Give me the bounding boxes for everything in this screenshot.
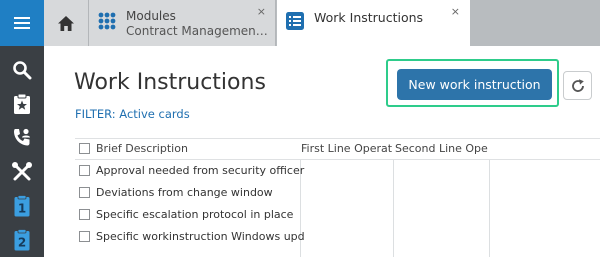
work-instructions-table: Brief Description First Line Operato Sec… bbox=[75, 138, 600, 257]
phone-user-icon[interactable] bbox=[10, 126, 34, 150]
tab-modules-title: Modules bbox=[126, 9, 176, 23]
tab-work-instructions-title: Work Instructions bbox=[314, 10, 424, 25]
clipboard-star-icon[interactable] bbox=[10, 92, 34, 116]
select-all-checkbox[interactable] bbox=[79, 143, 90, 154]
row-description: Specific escalation protocol in place bbox=[96, 208, 294, 221]
row-checkbox[interactable] bbox=[79, 209, 90, 220]
row-checkbox[interactable] bbox=[79, 231, 90, 242]
row-checkbox[interactable] bbox=[79, 187, 90, 198]
table-row[interactable]: Approval needed from security officer bbox=[75, 160, 600, 182]
tab-modules-subtitle: Contract Managemen… bbox=[126, 24, 268, 38]
clipboard-one-icon[interactable]: 1 bbox=[10, 194, 34, 218]
modules-icon bbox=[98, 12, 116, 30]
home-tab[interactable] bbox=[44, 0, 89, 46]
home-icon bbox=[58, 15, 74, 31]
filter-link[interactable]: FILTER: Active cards bbox=[75, 107, 190, 121]
menu-button[interactable] bbox=[0, 0, 44, 46]
clipboard-two-icon[interactable]: 2 bbox=[10, 228, 34, 252]
table-row[interactable]: Specific escalation protocol in place bbox=[75, 204, 600, 226]
tab-modules[interactable]: Modules Contract Managemen… × bbox=[89, 0, 276, 46]
row-checkbox[interactable] bbox=[79, 165, 90, 176]
hamburger-icon bbox=[14, 17, 30, 29]
table-row[interactable]: Specific workinstruction Windows upd bbox=[75, 226, 600, 248]
column-header-brief-description[interactable]: Brief Description bbox=[96, 139, 296, 159]
column-header-first-line-operator[interactable]: First Line Operato bbox=[301, 139, 392, 159]
list-icon bbox=[286, 12, 304, 30]
row-description: Approval needed from security officer bbox=[96, 164, 305, 177]
close-icon[interactable]: × bbox=[257, 5, 266, 18]
tab-bar: Modules Contract Managemen… × Work Instr… bbox=[44, 0, 600, 46]
table-header: Brief Description First Line Operato Sec… bbox=[75, 138, 600, 160]
row-description: Deviations from change window bbox=[96, 186, 273, 199]
clipboard-two-label: 2 bbox=[18, 236, 26, 250]
row-description: Specific workinstruction Windows upd bbox=[96, 230, 305, 243]
close-icon[interactable]: × bbox=[451, 5, 460, 18]
new-work-instruction-button[interactable]: New work instruction bbox=[397, 69, 552, 100]
table-row[interactable]: Deviations from change window bbox=[75, 182, 600, 204]
search-icon[interactable] bbox=[10, 58, 34, 82]
clipboard-one-label: 1 bbox=[18, 202, 26, 216]
tools-icon[interactable] bbox=[10, 160, 34, 184]
page-title: Work Instructions bbox=[74, 70, 266, 95]
column-header-second-line-operator[interactable]: Second Line Oper bbox=[395, 139, 488, 159]
refresh-icon bbox=[571, 78, 584, 92]
tab-work-instructions[interactable]: Work Instructions × bbox=[277, 0, 470, 46]
refresh-button[interactable] bbox=[563, 71, 592, 100]
left-sidebar: 1 2 bbox=[0, 0, 44, 257]
